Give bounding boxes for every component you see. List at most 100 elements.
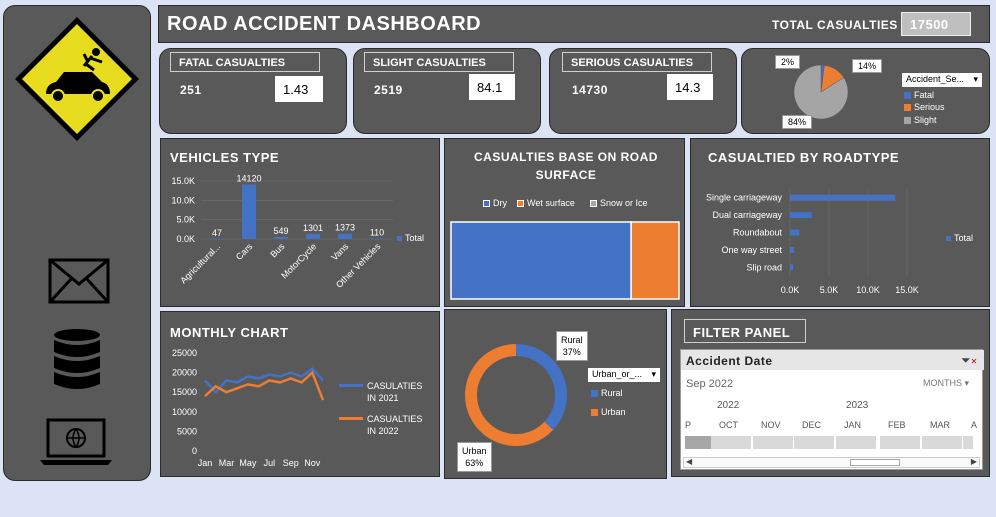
- surface-panel: CASUALTIES BASE ON ROAD SURFACE Dry Wet …: [444, 138, 685, 307]
- urban-filter-dropdown[interactable]: Urban_or_... ▾: [588, 368, 660, 382]
- severity-filter-dropdown[interactable]: Accident_Se... ▾: [902, 73, 982, 87]
- donut-segment: [515, 344, 567, 430]
- timeline-month-label[interactable]: NOV: [761, 420, 781, 430]
- timeline-month-label[interactable]: MAR: [930, 420, 950, 430]
- urban-rural-panel: Rural 37% Urban 63% Urban_or_... ▾ Rural Ur…: [444, 309, 667, 479]
- vehicles-legend: Total: [397, 233, 424, 243]
- monthly-ytick: 5000: [177, 426, 197, 436]
- clear-filter-icon[interactable]: ⏷✕: [961, 353, 977, 368]
- monthly-xtick: Jul: [264, 458, 276, 468]
- monthly-panel: MONTHLY CHART 0 5000 10000 15000 20000 25000 J…: [160, 311, 440, 477]
- timeline-month-bar[interactable]: [753, 436, 793, 449]
- vehicles-xtick: Vans: [329, 241, 350, 262]
- timeline-month-bar[interactable]: [711, 436, 751, 449]
- severity-label-slight: 84%: [782, 115, 813, 129]
- timeline-month-bar[interactable]: [922, 436, 962, 449]
- urban-filter-text: Urban_or_...: [592, 369, 643, 379]
- kpi-fatal-pct: 1.43: [275, 76, 323, 102]
- monthly-ytick: 15000: [172, 387, 197, 397]
- chevron-down-icon: ▾: [651, 369, 656, 379]
- roadtype-ytick: Roundabout: [733, 228, 783, 238]
- timeline-slicer[interactable]: Accident Date ⏷✕ Sep 2022 MONTHS ▾ 2022 …: [680, 349, 984, 470]
- timeline-month-label[interactable]: A: [971, 420, 977, 430]
- header-bar: ROAD ACCIDENT DASHBOARD TOTAL CASUALTIES…: [158, 5, 990, 43]
- vehicles-xtick: Cars: [234, 241, 255, 262]
- severity-pie-chart: [793, 64, 849, 120]
- roadtype-chart: 0.0K 5.0K 10.0K 15.0K Single carriageway Dual…: [706, 189, 919, 295]
- chevron-down-icon: ▾: [964, 378, 970, 388]
- urban-rural-donut: [465, 344, 567, 446]
- roadtype-bar: [790, 212, 812, 219]
- scroll-thumb[interactable]: [850, 459, 900, 466]
- timeline-scrollbar[interactable]: ◀ ▶: [683, 457, 980, 468]
- roadtype-bar: [790, 194, 896, 201]
- monthly-xtick: Sep: [283, 458, 299, 468]
- timeline-month-label[interactable]: OCT: [719, 420, 738, 430]
- vehicles-bar: [306, 233, 320, 239]
- kpi-slight-pct: 84.1: [469, 74, 515, 100]
- roadtype-xtick: 15.0K: [895, 285, 919, 295]
- vehicles-bar: [242, 184, 256, 239]
- kpi-slight-card: SLIGHT CASUALTIES 2519 84.1: [353, 48, 541, 134]
- kpi-fatal-card: FATAL CASUALTIES 251 1.43: [159, 48, 347, 134]
- monthly-xtick: Mar: [219, 458, 235, 468]
- timeline-period: Sep 2022: [686, 378, 734, 390]
- total-casualties-label: TOTAL CASUALTIES: [772, 18, 898, 32]
- severity-label-serious: 14%: [852, 59, 883, 73]
- database-icon[interactable]: [52, 328, 102, 392]
- roadtype-ytick: One way street: [721, 245, 782, 255]
- vehicles-data-label: 47: [212, 228, 222, 238]
- scroll-right-icon[interactable]: ▶: [971, 457, 977, 466]
- timeline-month-bar[interactable]: [836, 436, 876, 449]
- mail-icon[interactable]: [48, 258, 110, 304]
- filter-panel-title: FILTER PANEL: [684, 319, 806, 343]
- roadtype-xtick: 0.0K: [781, 285, 800, 295]
- roadtype-ytick: Slip road: [746, 262, 782, 272]
- urban-legend-urban: Urban: [591, 407, 626, 417]
- timeline-month-label[interactable]: JAN: [844, 420, 861, 430]
- kpi-serious-pct: 14.3: [667, 74, 713, 100]
- roadtype-legend: Total: [946, 233, 973, 243]
- timeline-month-bar[interactable]: [880, 436, 920, 449]
- page-title: ROAD ACCIDENT DASHBOARD: [167, 13, 482, 35]
- monthly-xtick: May: [239, 458, 257, 468]
- monthly-legend-2021: CASULATIES IN 2021: [339, 380, 433, 404]
- laptop-globe-icon[interactable]: [38, 418, 114, 466]
- timeline-month-bar[interactable]: [685, 436, 713, 449]
- vehicles-data-label: 549: [273, 226, 288, 236]
- urban-callout: Urban 63%: [457, 442, 492, 472]
- donut-segment: [465, 344, 554, 446]
- vehicles-panel: VEHICLES TYPE 0.0K 5.0K 10.0K 15.0K 47 Agricu…: [160, 138, 440, 307]
- roadtype-xtick: 10.0K: [856, 285, 880, 295]
- roadtype-bar: [790, 264, 794, 271]
- surface-segment: [630, 221, 680, 300]
- timeline-year-2023: 2023: [846, 400, 869, 411]
- timeline-month-label[interactable]: P: [685, 420, 691, 430]
- monthly-ytick: 20000: [172, 368, 197, 378]
- timeline-month-bar[interactable]: [794, 436, 834, 449]
- timeline-month-bar[interactable]: [963, 436, 973, 449]
- monthly-xtick: Jan: [198, 458, 213, 468]
- surface-chart: [450, 221, 680, 300]
- roadtype-ytick: Single carriageway: [706, 193, 783, 203]
- kpi-fatal-count: 251: [180, 83, 202, 97]
- timeline-field: Accident Date: [686, 354, 773, 368]
- urban-legend-rural: Rural: [591, 388, 623, 398]
- vehicles-ytick: 0.0K: [176, 234, 195, 244]
- total-casualties-value: 17500: [901, 12, 971, 36]
- timeline-month-label[interactable]: DEC: [802, 420, 821, 430]
- roadtype-bar: [790, 246, 794, 253]
- severity-filter-text: Accident_Se...: [906, 74, 965, 84]
- surface-segment: [450, 221, 632, 300]
- vehicles-data-label: 110: [370, 228, 384, 238]
- timeline-level-dropdown[interactable]: MONTHS ▾: [923, 378, 969, 389]
- timeline-month-label[interactable]: FEB: [888, 420, 906, 430]
- severity-legend-slight: Slight: [904, 115, 937, 125]
- roadtype-bar: [790, 229, 800, 236]
- vehicles-data-label: 1301: [303, 223, 323, 233]
- vehicles-bar: [274, 236, 288, 239]
- scroll-left-icon[interactable]: ◀: [686, 457, 692, 466]
- vehicles-bar: [210, 238, 224, 240]
- kpi-slight-count: 2519: [374, 83, 403, 97]
- timeline-year-2022: 2022: [717, 400, 740, 411]
